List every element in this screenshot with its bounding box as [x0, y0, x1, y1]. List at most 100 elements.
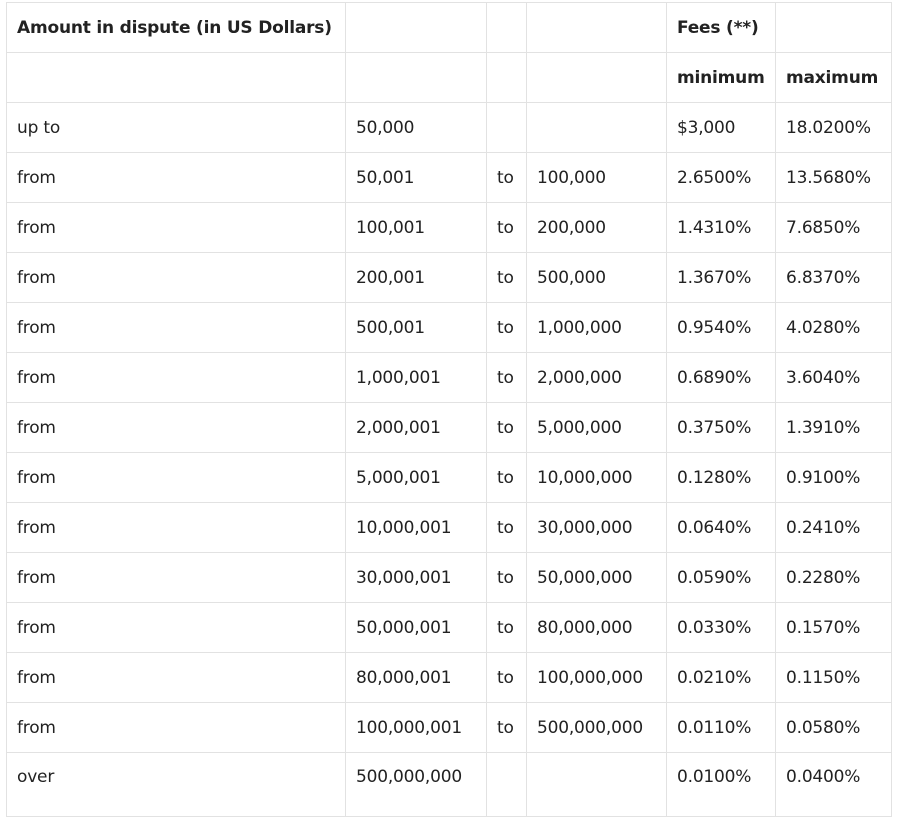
minimum-fee-cell: 0.0110% [666, 702, 776, 753]
maximum-fee-cell: 0.1570% [775, 602, 892, 653]
range-prefix-cell: from [6, 302, 346, 353]
to-amount-cell: 10,000,000 [526, 452, 667, 503]
table-body: up to 50,000 $3,000 18.0200% from 50,001 to 100… [6, 102, 892, 817]
range-separator-cell: to [486, 252, 527, 303]
range-separator-cell: to [486, 652, 527, 703]
empty-header-cell [6, 52, 346, 103]
maximum-fee-cell: 13.5680% [775, 152, 892, 203]
table-row: from 2,000,001 to 5,000,000 0.3750% 1.3910% [6, 402, 892, 453]
table-row: from 50,001 to 100,000 2.6500% 13.5680% [6, 152, 892, 203]
table-row: from 5,000,001 to 10,000,000 0.1280% 0.9100% [6, 452, 892, 503]
range-prefix-cell: from [6, 452, 346, 503]
from-amount-cell: 50,000,001 [345, 602, 487, 653]
empty-header-cell [486, 52, 527, 103]
from-amount-cell: 80,000,001 [345, 652, 487, 703]
maximum-fee-cell: 0.0400% [775, 752, 892, 817]
to-amount-cell [526, 752, 667, 817]
range-separator-cell: to [486, 402, 527, 453]
maximum-fee-cell: 1.3910% [775, 402, 892, 453]
table-row: from 500,001 to 1,000,000 0.9540% 4.0280% [6, 302, 892, 353]
minimum-fee-cell: 2.6500% [666, 152, 776, 203]
maximum-fee-cell: 0.0580% [775, 702, 892, 753]
minimum-fee-cell: $3,000 [666, 102, 776, 153]
to-amount-cell [526, 102, 667, 153]
from-amount-cell: 100,000,001 [345, 702, 487, 753]
to-amount-cell: 100,000 [526, 152, 667, 203]
table-row: from 200,001 to 500,000 1.3670% 6.8370% [6, 252, 892, 303]
range-separator-cell [486, 752, 527, 817]
table-row: over 500,000,000 0.0100% 0.0400% [6, 752, 892, 817]
range-prefix-cell: from [6, 252, 346, 303]
from-amount-cell: 10,000,001 [345, 502, 487, 553]
maximum-fee-cell: 0.2410% [775, 502, 892, 553]
range-separator-cell: to [486, 602, 527, 653]
minimum-fee-cell: 0.0640% [666, 502, 776, 553]
maximum-fee-cell: 7.6850% [775, 202, 892, 253]
range-prefix-cell: from [6, 602, 346, 653]
fees-header: Fees (**) [666, 2, 776, 53]
amount-header: Amount in dispute (in US Dollars) [6, 2, 346, 53]
from-amount-cell: 200,001 [345, 252, 487, 303]
minimum-fee-cell: 0.0100% [666, 752, 776, 817]
range-separator-cell: to [486, 352, 527, 403]
empty-header-cell [526, 52, 667, 103]
from-amount-cell: 500,000,000 [345, 752, 487, 817]
range-prefix-cell: from [6, 152, 346, 203]
table-row: from 50,000,001 to 80,000,000 0.0330% 0.1570% [6, 602, 892, 653]
table-row: from 100,001 to 200,000 1.4310% 7.6850% [6, 202, 892, 253]
table-header-row: Amount in dispute (in US Dollars) Fees (… [6, 2, 892, 53]
range-prefix-cell: from [6, 352, 346, 403]
minimum-fee-cell: 0.1280% [666, 452, 776, 503]
range-prefix-cell: from [6, 502, 346, 553]
maximum-fee-cell: 0.9100% [775, 452, 892, 503]
empty-header-cell [526, 2, 667, 53]
maximum-fee-cell: 6.8370% [775, 252, 892, 303]
minimum-fee-cell: 0.6890% [666, 352, 776, 403]
from-amount-cell: 5,000,001 [345, 452, 487, 503]
empty-header-cell [345, 52, 487, 103]
minimum-fee-cell: 0.0590% [666, 552, 776, 603]
empty-header-cell [775, 2, 892, 53]
maximum-fee-cell: 0.2280% [775, 552, 892, 603]
to-amount-cell: 200,000 [526, 202, 667, 253]
maximum-fee-cell: 4.0280% [775, 302, 892, 353]
from-amount-cell: 100,001 [345, 202, 487, 253]
to-amount-cell: 500,000 [526, 252, 667, 303]
to-amount-cell: 100,000,000 [526, 652, 667, 703]
minimum-fee-cell: 1.4310% [666, 202, 776, 253]
table-subheader-row: minimum maximum [6, 52, 892, 103]
minimum-fee-cell: 0.3750% [666, 402, 776, 453]
to-amount-cell: 50,000,000 [526, 552, 667, 603]
from-amount-cell: 30,000,001 [345, 552, 487, 603]
range-prefix-cell: over [6, 752, 346, 817]
range-separator-cell: to [486, 452, 527, 503]
range-prefix-cell: from [6, 552, 346, 603]
range-prefix-cell: from [6, 402, 346, 453]
table-row: up to 50,000 $3,000 18.0200% [6, 102, 892, 153]
range-separator-cell: to [486, 302, 527, 353]
maximum-fee-cell: 18.0200% [775, 102, 892, 153]
to-amount-cell: 80,000,000 [526, 602, 667, 653]
range-prefix-cell: up to [6, 102, 346, 153]
to-amount-cell: 1,000,000 [526, 302, 667, 353]
range-separator-cell: to [486, 552, 527, 603]
to-amount-cell: 2,000,000 [526, 352, 667, 403]
minimum-fee-cell: 0.9540% [666, 302, 776, 353]
range-prefix-cell: from [6, 702, 346, 753]
to-amount-cell: 500,000,000 [526, 702, 667, 753]
range-separator-cell: to [486, 702, 527, 753]
table-row: from 80,000,001 to 100,000,000 0.0210% 0.1150… [6, 652, 892, 703]
minimum-fee-cell: 0.0210% [666, 652, 776, 703]
minimum-header: minimum [666, 52, 776, 103]
minimum-fee-cell: 0.0330% [666, 602, 776, 653]
to-amount-cell: 30,000,000 [526, 502, 667, 553]
range-prefix-cell: from [6, 652, 346, 703]
to-amount-cell: 5,000,000 [526, 402, 667, 453]
from-amount-cell: 50,001 [345, 152, 487, 203]
from-amount-cell: 1,000,001 [345, 352, 487, 403]
empty-header-cell [486, 2, 527, 53]
from-amount-cell: 500,001 [345, 302, 487, 353]
from-amount-cell: 50,000 [345, 102, 487, 153]
fees-table: Amount in dispute (in US Dollars) Fees (… [6, 2, 892, 817]
table-row: from 10,000,001 to 30,000,000 0.0640% 0.2410% [6, 502, 892, 553]
